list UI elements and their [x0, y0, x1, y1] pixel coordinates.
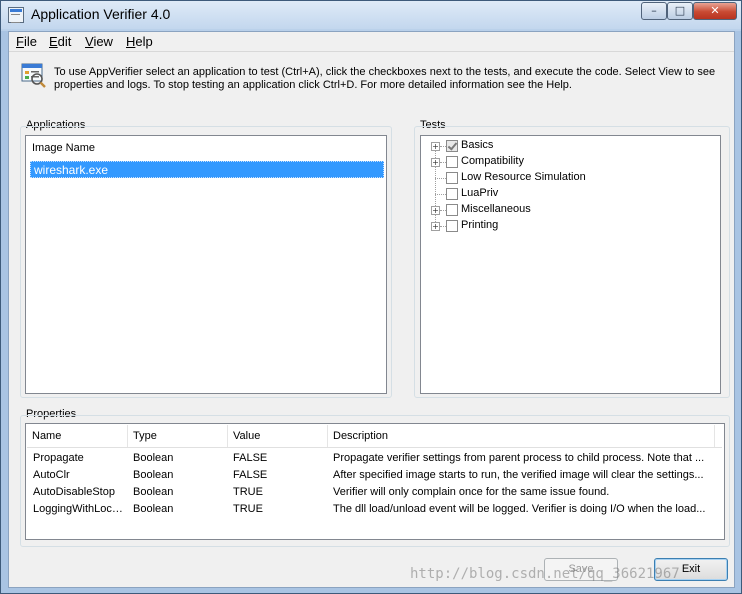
tree-item-basics[interactable]: + Basics — [421, 138, 701, 162]
compatibility-checkbox[interactable] — [446, 156, 458, 168]
properties-header: Name Type Value Description — [27, 425, 722, 448]
cell-value: FALSE — [233, 469, 268, 481]
application-item-wireshark[interactable]: wireshark.exe — [30, 161, 384, 178]
maximize-button[interactable]: □ — [667, 2, 693, 20]
watermark-text: http://blog.csdn.net/qq_36621967 — [410, 566, 680, 582]
client-area: File Edit View Help To use AppVerifier s… — [8, 31, 735, 588]
minimize-button[interactable]: – — [641, 2, 667, 20]
window-title: Application Verifier 4.0 — [31, 6, 171, 22]
cell-description: Verifier will only complain once for the… — [333, 486, 610, 498]
close-button[interactable]: ✕ — [693, 2, 737, 20]
table-row[interactable]: Propagate Boolean FALSE Propagate verifi… — [27, 450, 722, 467]
cell-name: AutoDisableStop — [33, 486, 115, 498]
tree-item-compatibility[interactable]: + Compatibility — [421, 154, 701, 178]
table-row[interactable]: AutoDisableStop Boolean TRUE Verifier wi… — [27, 484, 722, 501]
title-bar[interactable]: Application Verifier 4.0 – □ ✕ — [1, 1, 741, 29]
help-text: To use AppVerifier select an application… — [54, 66, 716, 91]
tree-line — [435, 194, 446, 195]
menu-help[interactable]: Help — [126, 34, 153, 49]
menu-file[interactable]: File — [16, 34, 37, 49]
menu-edit[interactable]: Edit — [49, 34, 71, 49]
printing-checkbox[interactable] — [446, 220, 458, 232]
cell-description: The dll load/unload event will be logged… — [333, 503, 706, 515]
tree-item-printing[interactable]: + Printing — [421, 218, 701, 234]
applications-list[interactable]: Image Name wireshark.exe — [25, 135, 387, 394]
tree-line — [435, 178, 446, 179]
tree-label-miscellaneous: Miscellaneous — [461, 203, 531, 215]
properties-list[interactable]: Name Type Value Description Propagate Bo… — [25, 423, 725, 540]
tree-label-low-resource-simulation: Low Resource Simulation — [461, 171, 586, 183]
low-resource-simulation-checkbox[interactable] — [446, 172, 458, 184]
cell-type: Boolean — [133, 469, 174, 481]
cell-name: AutoClr — [33, 469, 70, 481]
expand-icon[interactable]: + — [431, 206, 440, 215]
cell-value: TRUE — [233, 486, 263, 498]
table-row[interactable]: AutoClr Boolean FALSE After specified im… — [27, 467, 722, 484]
table-row[interactable]: LoggingWithLock... Boolean TRUE The dll … — [27, 501, 722, 518]
column-name[interactable]: Name — [27, 425, 128, 447]
expand-icon[interactable]: + — [431, 158, 440, 167]
menu-bar: File Edit View Help — [9, 32, 734, 52]
luapriv-checkbox[interactable] — [446, 188, 458, 200]
basics-checkbox[interactable] — [446, 140, 458, 152]
cell-description: After specified image starts to run, the… — [333, 469, 704, 481]
tree-item-luapriv[interactable]: LuaPriv — [421, 186, 701, 210]
tests-tree[interactable]: + Basics + Compatibility Low Resource Si… — [420, 135, 721, 394]
cell-type: Boolean — [133, 452, 174, 464]
cell-value: TRUE — [233, 503, 263, 515]
miscellaneous-checkbox[interactable] — [446, 204, 458, 216]
tree-item-miscellaneous[interactable]: + Miscellaneous — [421, 202, 701, 226]
cell-value: FALSE — [233, 452, 268, 464]
cell-name: LoggingWithLock... — [33, 503, 125, 515]
tree-label-basics: Basics — [461, 139, 494, 151]
column-type[interactable]: Type — [128, 425, 228, 447]
tree-label-luapriv: LuaPriv — [461, 187, 499, 199]
cell-type: Boolean — [133, 503, 174, 515]
verifier-info-icon — [21, 63, 46, 88]
image-name-header[interactable]: Image Name — [32, 142, 95, 154]
app-verifier-icon[interactable] — [8, 7, 24, 23]
menu-view[interactable]: View — [85, 34, 113, 49]
expand-icon[interactable]: + — [431, 142, 440, 151]
expand-icon[interactable]: + — [431, 222, 440, 231]
tree-item-low-resource-simulation[interactable]: Low Resource Simulation — [421, 170, 701, 194]
column-value[interactable]: Value — [228, 425, 328, 447]
tree-label-printing: Printing — [461, 219, 499, 231]
cell-name: Propagate — [33, 452, 84, 464]
cell-type: Boolean — [133, 486, 174, 498]
app-window: Application Verifier 4.0 – □ ✕ File Edit… — [0, 0, 742, 594]
cell-description: Propagate verifier settings from parent … — [333, 452, 705, 464]
tree-label-compatibility: Compatibility — [461, 155, 524, 167]
column-description[interactable]: Description — [328, 425, 715, 447]
